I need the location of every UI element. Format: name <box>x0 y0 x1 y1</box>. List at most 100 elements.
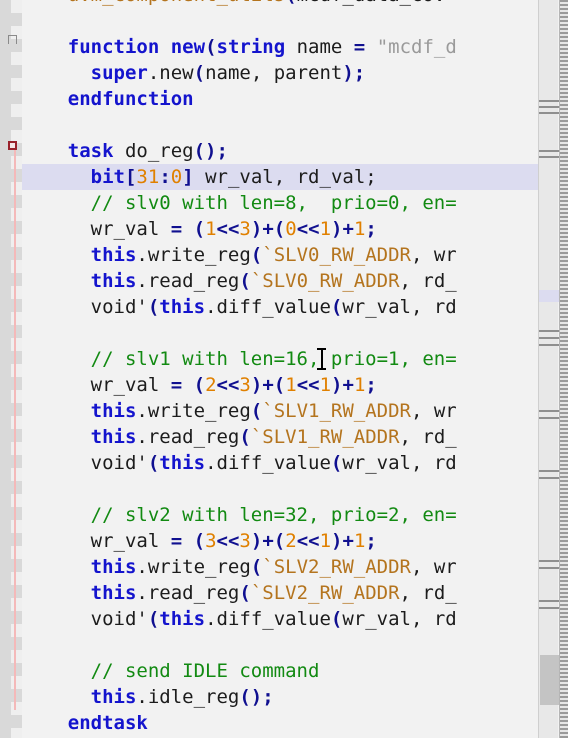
minimap-mark <box>539 106 559 108</box>
code-token: ( <box>193 218 206 240</box>
gutter-stripe <box>11 286 22 299</box>
gutter-line-stripes <box>11 0 22 738</box>
code-token: name, parent <box>205 62 343 84</box>
code-line[interactable]: uvm_component_utils(mcdf_data_cov <box>22 0 457 8</box>
code-token: 3 <box>239 218 251 240</box>
code-line[interactable]: this.write_reg(`SLV0_RW_ADDR, wr <box>22 242 457 268</box>
editor-gutter[interactable] <box>0 0 22 738</box>
code-token: ( <box>193 62 206 84</box>
code-line[interactable]: // slv0 with len=8, prio=0, en= <box>22 190 457 216</box>
code-token: this <box>90 270 137 292</box>
code-token: ) <box>331 530 343 552</box>
code-token: , wr <box>410 556 457 578</box>
code-token: super <box>90 62 148 84</box>
code-token: ( <box>250 244 263 266</box>
code-line[interactable]: endfunction <box>22 86 457 112</box>
source-code[interactable]: uvm_component_utils(mcdf_data_cov functi… <box>22 0 457 736</box>
code-line[interactable] <box>22 8 457 34</box>
code-token: this <box>90 244 137 266</box>
code-token: .diff_value <box>205 608 331 630</box>
minimap-mark <box>539 567 559 569</box>
gutter-stripe <box>11 0 22 13</box>
code-line[interactable]: void'(this.diff_value(wr_val, rd <box>22 450 457 476</box>
code-token: `SLV2_RW_ADDR <box>262 556 411 578</box>
code-line[interactable]: this.read_reg(`SLV2_RW_ADDR, rd_ <box>22 580 457 606</box>
code-token: = <box>170 218 183 240</box>
minimap-mark <box>539 417 559 419</box>
code-token: 2 <box>205 374 217 396</box>
code-token: ( <box>330 296 343 318</box>
code-line[interactable]: wr_val = (3<<3)+(2<<1)+1; <box>22 528 457 554</box>
window-edge-hatch <box>559 0 568 738</box>
code-line[interactable]: function new(string name = "mcdf_d <box>22 34 457 60</box>
code-line[interactable] <box>22 320 457 346</box>
code-line[interactable]: wr_val = (1<<3)+(0<<1)+1; <box>22 216 457 242</box>
code-token: this <box>90 556 137 578</box>
code-text-area[interactable]: uvm_component_utils(mcdf_data_cov functi… <box>22 0 538 738</box>
gutter-stripe <box>11 312 22 325</box>
code-token: function <box>67 36 160 58</box>
code-token: 1 <box>319 374 332 396</box>
gutter-stripe <box>11 234 22 247</box>
code-line[interactable]: void'(this.diff_value(wr_val, rd <box>22 294 457 320</box>
code-token: , rd_ <box>399 426 457 448</box>
code-token: void' <box>22 608 148 630</box>
code-line[interactable]: task do_reg(); <box>22 138 457 164</box>
code-token: `SLV0_RW_ADDR <box>250 270 400 292</box>
code-line[interactable]: this.read_reg(`SLV0_RW_ADDR, rd_ <box>22 268 457 294</box>
code-token: 1 <box>285 374 297 396</box>
gutter-stripe <box>11 728 22 738</box>
minimap-current-line-band <box>539 290 559 302</box>
code-line[interactable]: this.read_reg(`SLV1_RW_ADDR, rd_ <box>22 424 457 450</box>
gutter-stripe <box>11 702 22 715</box>
code-token: ( <box>239 270 251 292</box>
code-token: 1 <box>319 530 332 552</box>
gutter-stripe <box>11 494 22 507</box>
code-token: this <box>159 452 206 474</box>
code-line[interactable]: this.write_reg(`SLV1_RW_ADDR, wr <box>22 398 457 424</box>
code-line[interactable]: this.write_reg(`SLV2_RW_ADDR, wr <box>22 554 457 580</box>
code-line[interactable]: endtask <box>22 710 457 736</box>
code-line[interactable] <box>22 632 457 658</box>
code-token: this <box>90 426 137 448</box>
editor-minimap-scrollbar[interactable] <box>538 0 559 738</box>
code-line[interactable]: // send IDLE command <box>22 658 457 684</box>
code-line[interactable]: bit[31:0] wr_val, rd_val; <box>22 164 457 190</box>
gutter-stripe <box>11 52 22 65</box>
gutter-stripe <box>11 182 22 195</box>
code-line[interactable]: // slv1 with len=16, prio=1, en= <box>22 346 457 372</box>
code-token: + <box>262 374 274 396</box>
code-token: // send IDLE command <box>90 660 320 682</box>
gutter-stripe <box>11 416 22 429</box>
code-line[interactable]: super.new(name, parent); <box>22 60 457 86</box>
code-token: // slv0 with len=8, prio=0, en= <box>90 192 457 214</box>
minimap-mark <box>539 607 559 609</box>
code-line[interactable] <box>22 112 457 138</box>
code-fold-marker-task[interactable] <box>8 141 17 150</box>
code-token: ] <box>182 166 194 188</box>
code-token: ; <box>353 62 366 84</box>
minimap-mark <box>539 150 559 152</box>
code-token: ( <box>250 400 263 422</box>
code-line[interactable]: void'(this.diff_value(wr_val, rd <box>22 606 457 632</box>
code-token: ( <box>147 608 160 630</box>
code-line[interactable] <box>22 476 457 502</box>
code-token: ( <box>285 0 296 6</box>
code-token: + <box>342 218 354 240</box>
code-fold-marker-open[interactable] <box>8 35 17 44</box>
vertical-scrollbar-thumb[interactable] <box>540 655 559 705</box>
code-line[interactable]: // slv2 with len=32, prio=2, en= <box>22 502 457 528</box>
code-token: endfunction <box>67 88 194 110</box>
code-token: `SLV1_RW_ADDR <box>250 426 400 448</box>
code-line[interactable]: wr_val = (2<<3)+(1<<1)+1; <box>22 372 457 398</box>
code-token: ( <box>250 556 263 578</box>
code-token: + <box>342 530 354 552</box>
code-line[interactable]: this.idle_reg(); <box>22 684 457 710</box>
